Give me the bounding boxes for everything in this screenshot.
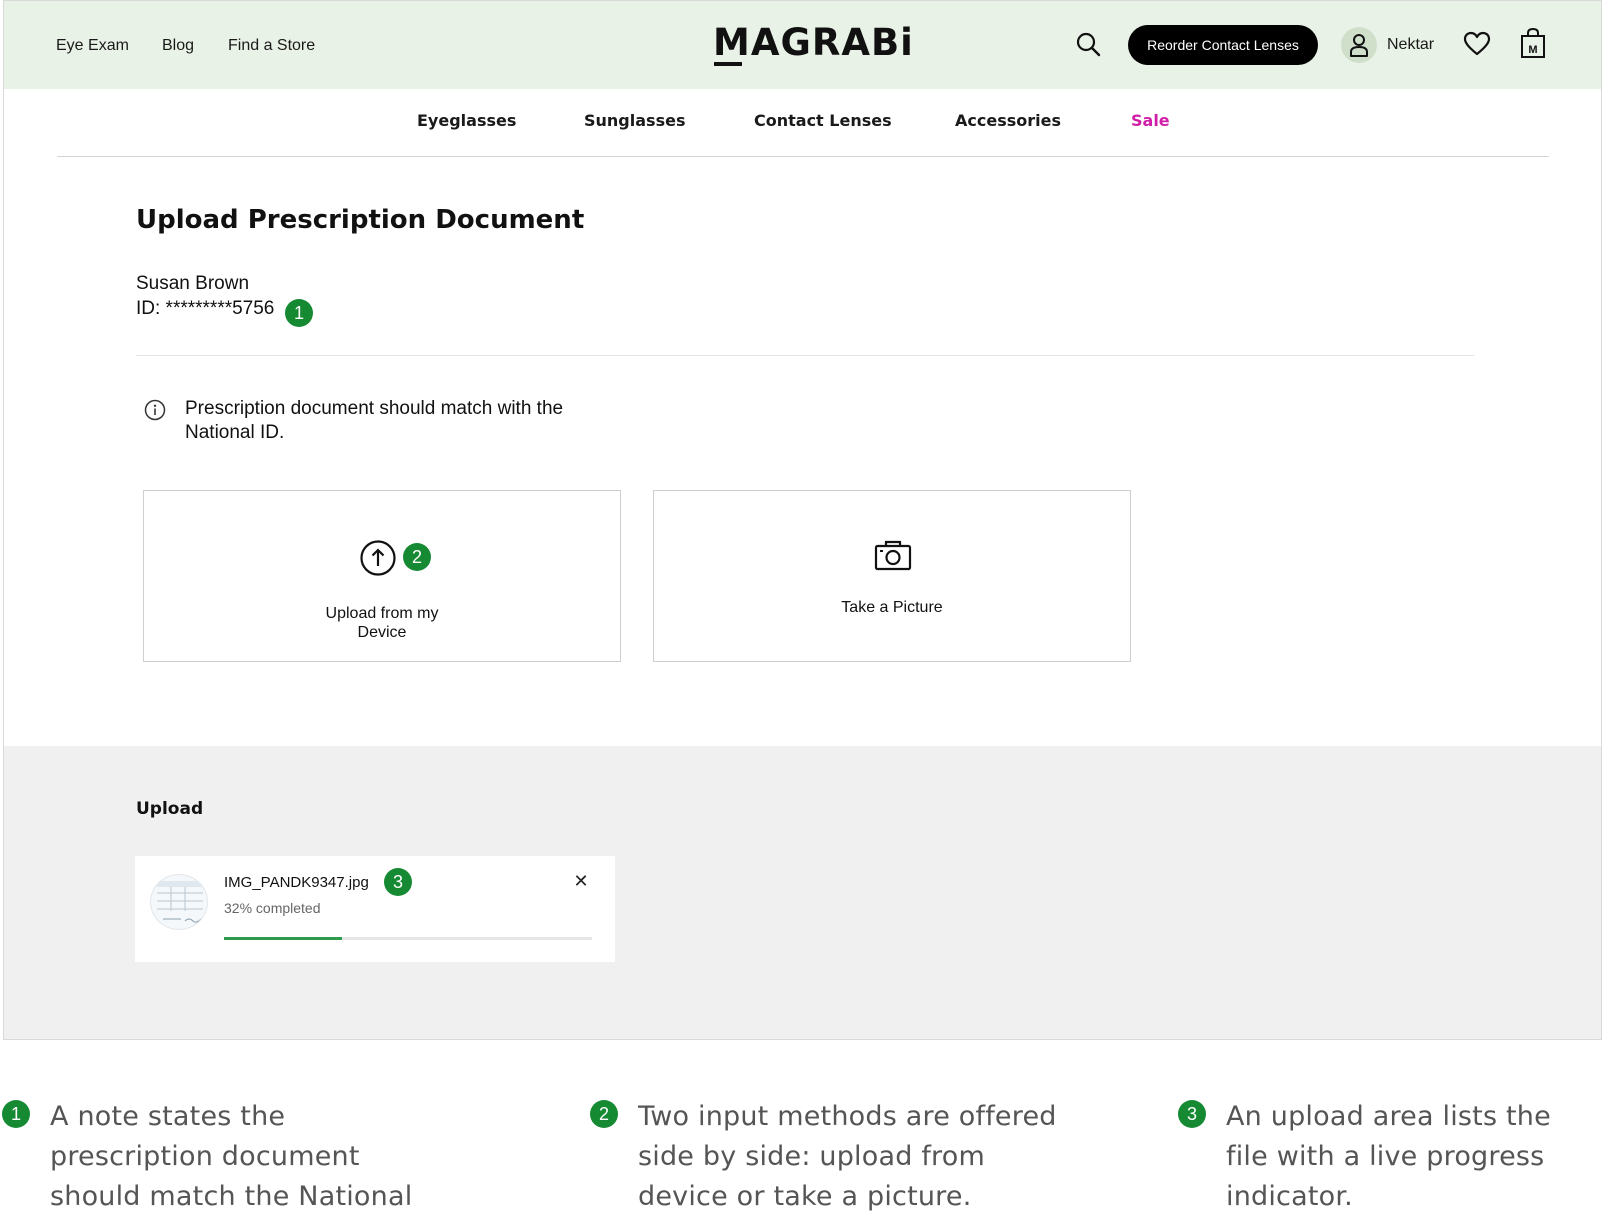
callout-badge-3: 3 — [384, 868, 412, 896]
category-sunglasses[interactable]: Sunglasses — [584, 111, 685, 130]
upload-from-device-option[interactable]: 2 Upload from my Device — [143, 490, 621, 662]
category-contact-lenses[interactable]: Contact Lenses — [754, 111, 892, 130]
avatar[interactable] — [1341, 27, 1377, 63]
bag-icon[interactable]: M — [1520, 27, 1546, 59]
file-name: IMG_PANDK9347.jpg — [224, 874, 369, 891]
category-sale[interactable]: Sale — [1131, 111, 1170, 130]
upload-arrow-icon — [360, 540, 396, 576]
page-title: Upload Prescription Document — [136, 205, 585, 235]
category-eyeglasses[interactable]: Eyeglasses — [417, 111, 516, 130]
nav-link-find-store[interactable]: Find a Store — [228, 37, 315, 55]
annotation-badge-3: 3 — [1178, 1100, 1206, 1128]
app-frame: Eye Exam Blog Find a Store MAGRABi Reord… — [3, 0, 1602, 1040]
close-icon[interactable]: ✕ — [572, 872, 590, 890]
patient-id: ID: *********5756 — [136, 298, 275, 319]
nav-link-eye-exam[interactable]: Eye Exam — [56, 37, 129, 55]
nav-divider — [57, 156, 1549, 157]
username[interactable]: Nektar — [1387, 36, 1434, 54]
uploaded-file-item: IMG_PANDK9347.jpg 3 32% completed ✕ — [135, 856, 615, 962]
logo-underline — [714, 62, 742, 66]
take-picture-option[interactable]: Take a Picture — [653, 490, 1131, 662]
callout-badge-2: 2 — [403, 543, 431, 571]
info-icon — [144, 399, 166, 421]
heart-icon[interactable] — [1463, 31, 1491, 57]
user-icon — [1350, 34, 1368, 57]
annotation-badge-1: 1 — [2, 1100, 30, 1128]
annotation-badge-2: 2 — [590, 1100, 618, 1128]
annotation-text-3: An upload area lists the file with a liv… — [1226, 1101, 1551, 1212]
annotation-text-2: Two input methods are offered side by si… — [638, 1101, 1057, 1212]
reorder-contact-lenses-button[interactable]: Reorder Contact Lenses — [1128, 25, 1318, 65]
nav-link-blog[interactable]: Blog — [162, 37, 194, 55]
category-accessories[interactable]: Accessories — [955, 111, 1061, 130]
section-divider — [136, 355, 1474, 356]
upload-progress-text: 32% completed — [224, 900, 321, 916]
upload-heading: Upload — [136, 799, 204, 819]
svg-text:M: M — [1528, 44, 1537, 56]
brand-logo[interactable]: MAGRABi — [713, 21, 914, 64]
info-message: Prescription document should match with … — [185, 398, 564, 443]
annotation-text-1: A note states the prescription document … — [50, 1101, 413, 1222]
patient-name: Susan Brown — [136, 273, 250, 294]
file-thumbnail — [150, 874, 208, 930]
callout-badge-1: 1 — [285, 299, 313, 327]
progress-bar-fill — [224, 937, 342, 940]
picture-option-label: Take a Picture — [841, 599, 943, 616]
camera-icon — [874, 540, 912, 571]
upload-option-label: Upload from my Device — [325, 605, 439, 641]
search-icon[interactable] — [1075, 31, 1101, 57]
progress-bar — [224, 937, 592, 940]
top-bar: Eye Exam Blog Find a Store MAGRABi Reord… — [4, 1, 1601, 89]
